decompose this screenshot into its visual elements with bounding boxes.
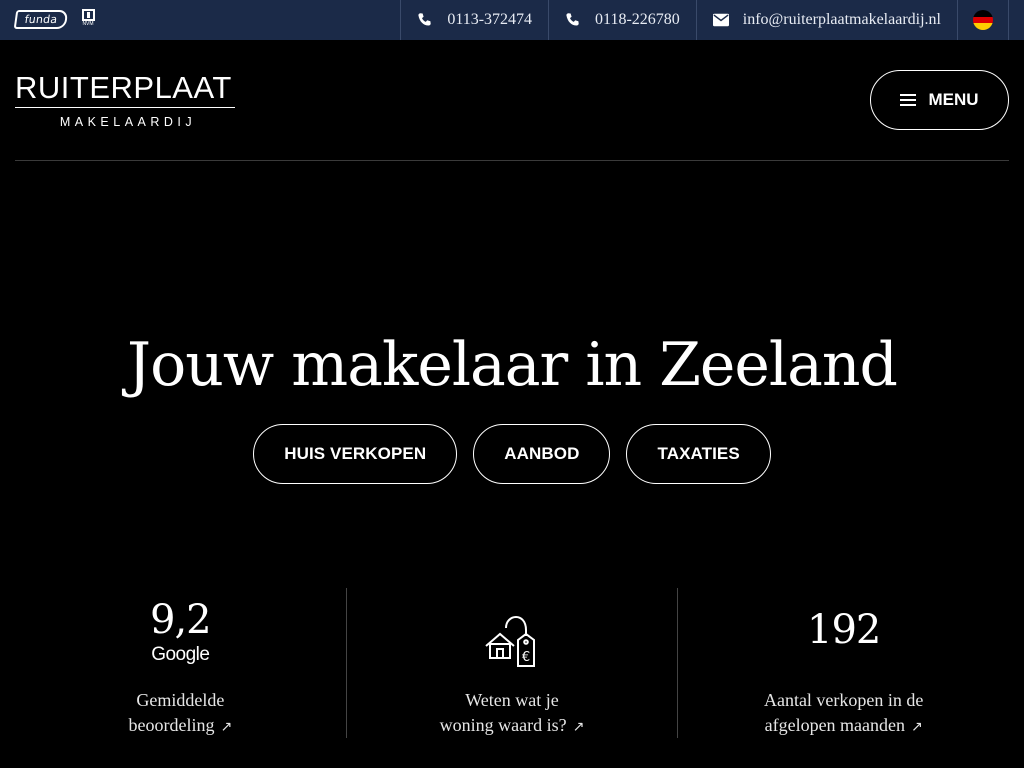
phone-icon: [565, 12, 581, 28]
site-logo[interactable]: RUITERPLAAT MAKELAARDIJ: [15, 72, 235, 129]
stat-valuation: € Weten wat je woning waard is? ↗: [345, 588, 678, 740]
svg-text:€: €: [522, 650, 530, 665]
phone-link-1[interactable]: 0113-372474: [400, 0, 548, 40]
stats-row: 9,2 Google Gemiddelde beoordeling ↗ € Wet…: [15, 588, 1009, 738]
header-divider: [15, 160, 1009, 161]
stat-google-rating: 9,2 Google Gemiddelde beoordeling ↗: [15, 588, 346, 738]
sales-caption-line1: Aantal verkopen in de: [763, 690, 924, 710]
email-link[interactable]: info@ruiterplaatmakelaardij.nl: [695, 0, 957, 40]
nvm-logo-text: NVM: [82, 21, 94, 27]
menu-label: MENU: [928, 90, 979, 109]
contact-links: 0113-372474 0118-226780 info@ruiterplaat…: [400, 0, 1009, 40]
sales-caption-line2: afgelopen maanden: [764, 715, 906, 735]
rating-link[interactable]: Gemiddelde beoordeling ↗: [15, 688, 346, 740]
hero-buttons: HUIS VERKOPEN AANBOD TAXATIES: [0, 424, 1024, 484]
rating-caption-line1: Gemiddelde: [136, 690, 225, 710]
sales-link[interactable]: Aantal verkopen in de afgelopen maanden ↗: [678, 688, 1009, 740]
hero-title: Jouw makelaar in Zeeland: [127, 330, 898, 400]
german-flag-icon: [973, 10, 993, 30]
google-logo: Google: [151, 644, 210, 665]
menu-button[interactable]: MENU: [870, 70, 1009, 130]
phone-link-2[interactable]: 0118-226780: [548, 0, 696, 40]
sales-count: 192: [807, 607, 881, 653]
arrow-up-right-icon: ↗: [220, 719, 233, 735]
arrow-up-right-icon: ↗: [911, 719, 923, 735]
funda-logo[interactable]: funda: [13, 9, 69, 29]
brand-logos: funda NVM: [13, 9, 95, 29]
email-address: info@ruiterplaatmakelaardij.nl: [742, 11, 941, 28]
top-bar: funda NVM 0113-372474 0118-226780 info@r…: [0, 0, 1024, 40]
arrow-up-right-icon: ↗: [572, 719, 585, 735]
rating-caption-line2: beoordeling: [128, 715, 215, 735]
valuation-link[interactable]: Weten wat je woning waard is? ↗: [347, 688, 678, 740]
language-switch[interactable]: [957, 0, 1009, 40]
nvm-logo-mark: [81, 9, 95, 21]
house-price-tag-icon: €: [485, 616, 535, 667]
valuations-button[interactable]: TAXATIES: [626, 424, 771, 484]
listings-button[interactable]: AANBOD: [473, 424, 611, 484]
rating-value: 9,2: [150, 597, 212, 643]
phone-number-2: 0118-226780: [595, 11, 680, 28]
stat-sales: 192 Aantal verkopen in de afgelopen maan…: [677, 588, 1009, 738]
phone-icon: [417, 12, 433, 28]
phone-number-1: 0113-372474: [447, 11, 533, 28]
logo-main-text: RUITERPLAAT: [15, 70, 232, 105]
hamburger-icon: [900, 94, 917, 106]
valuation-caption-line1: Weten wat je: [465, 690, 559, 710]
envelope-icon: [712, 12, 729, 28]
nvm-logo[interactable]: NVM: [81, 9, 95, 29]
logo-sub-text: MAKELAARDIJ: [59, 115, 197, 129]
logo-divider: [15, 107, 235, 108]
valuation-caption-line2: woning waard is?: [439, 715, 567, 735]
sell-house-button[interactable]: HUIS VERKOPEN: [253, 424, 458, 484]
